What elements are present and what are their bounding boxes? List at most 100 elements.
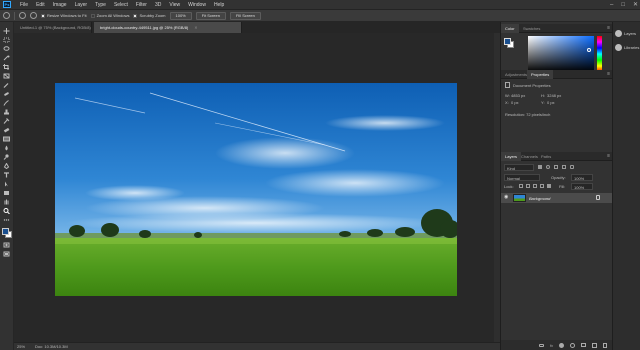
close-button[interactable]: ✕ [633,0,638,10]
kind-filter-select[interactable]: Kind [504,164,534,171]
maximize-button[interactable]: □ [621,0,625,10]
lock-artboard-icon[interactable] [540,184,544,188]
mask-icon[interactable] [559,342,564,348]
close-tab-icon[interactable]: ✕ [194,25,197,30]
hue-slider[interactable] [597,36,602,72]
lock-pixels-icon[interactable] [519,184,523,188]
crop-tool-icon[interactable] [3,64,10,70]
lock-all-icon[interactable] [547,184,551,188]
fit-screen-button[interactable]: Fit Screen [195,11,226,20]
panel-menu-icon[interactable]: ≡ [607,25,610,32]
lock-paint-icon[interactable] [526,184,530,188]
zoom-out-icon[interactable] [30,12,37,19]
color-picker-field[interactable] [528,36,594,72]
visibility-eye-icon[interactable]: ◉ [504,195,509,200]
panel-menu-icon[interactable]: ≡ [607,153,610,160]
smart-object-filter-icon[interactable] [570,165,574,169]
menu-type[interactable]: Type [91,2,110,8]
scrubby-zoom-checkbox[interactable]: Scrubby Zoom [133,13,166,18]
move-tool-icon[interactable] [3,28,10,34]
lasso-tool-icon[interactable] [3,46,10,52]
color-picker-cursor[interactable] [587,48,591,52]
screen-mode-icon[interactable] [3,251,10,257]
document-image[interactable] [55,83,457,296]
more-tools-icon[interactable] [3,217,10,223]
clone-stamp-tool-icon[interactable] [3,109,10,115]
x-label: X: [505,100,509,105]
adjustment-filter-icon[interactable] [546,165,550,169]
foreground-color-swatch[interactable] [2,228,9,235]
menu-select[interactable]: Select [110,2,132,8]
menu-file[interactable]: File [16,2,32,8]
lock-position-icon[interactable] [533,184,537,188]
brush-tool-icon[interactable] [3,100,10,106]
menu-edit[interactable]: Edit [32,2,49,8]
zoom-tool-icon[interactable] [3,12,10,19]
canvas-area[interactable] [14,33,500,342]
tab-untitled-1[interactable]: Untitled-1 @ 75% (Background, RGB/8) [14,22,92,33]
trash-icon[interactable] [603,342,607,348]
tab-paths[interactable]: Paths [537,152,555,161]
panel-menu-icon[interactable]: ≡ [607,71,610,78]
menu-layer[interactable]: Layer [71,2,92,8]
history-brush-tool-icon[interactable] [3,118,10,124]
zoom-in-icon[interactable] [19,12,26,19]
w-value[interactable]: 4853 px [511,93,525,98]
fill-screen-button[interactable]: Fill Screen [229,11,261,20]
strip-layers[interactable]: Layers [615,30,636,37]
minimize-button[interactable]: – [610,0,613,10]
quick-selection-tool-icon[interactable] [3,55,10,61]
blend-mode-select[interactable]: Normal [504,174,540,181]
zoom-all-windows-checkbox[interactable]: Zoom All Windows [90,13,129,18]
gradient-tool-icon[interactable] [3,136,10,142]
dodge-tool-icon[interactable] [3,154,10,160]
fill-input[interactable]: 100% [571,183,593,190]
quick-mask-icon[interactable] [3,242,10,248]
resize-windows-checkbox[interactable]: Resize Windows to Fit [41,13,87,18]
menu: File Edit Image Layer Type Select Filter… [16,2,228,8]
group-icon[interactable] [581,343,586,347]
h-value[interactable]: 3248 px [547,93,561,98]
layer-name[interactable]: Background [529,196,550,201]
tab-color[interactable]: Color [501,24,519,33]
menu-image[interactable]: Image [49,2,71,8]
shape-filter-icon[interactable] [562,165,566,169]
menu-help[interactable]: Help [210,2,228,8]
healing-brush-tool-icon[interactable] [3,91,10,97]
resolution: Resolution: 72 pixels/inch [505,112,551,117]
link-icon[interactable] [538,343,544,347]
frame-tool-icon[interactable] [3,73,10,79]
pixel-filter-icon[interactable] [538,165,542,169]
type-tool-icon[interactable] [3,172,10,178]
opacity-input[interactable]: 100% [571,174,593,181]
tools-panel [0,22,14,350]
y-value[interactable]: 0 px [547,100,555,105]
tab-properties[interactable]: Properties [527,70,554,79]
pen-tool-icon[interactable] [3,163,10,169]
strip-libraries[interactable]: Libraries [615,44,639,51]
menu-filter[interactable]: Filter [132,2,151,8]
marquee-tool-icon[interactable] [3,37,10,43]
eyedropper-tool-icon[interactable] [3,82,10,88]
blur-tool-icon[interactable] [3,145,10,151]
zoom-100-button[interactable]: 100% [169,11,192,20]
color-fg-swatch[interactable] [504,38,511,45]
fx-icon[interactable]: fx [550,343,553,348]
eraser-tool-icon[interactable] [3,127,10,133]
tab-swatches[interactable]: Swatches [519,24,544,33]
layer-row[interactable]: ◉ Background [501,193,613,203]
adjustment-icon[interactable] [570,342,575,348]
x-value[interactable]: 0 px [511,100,519,105]
zoom-tool-icon[interactable] [3,208,10,214]
rectangle-tool-icon[interactable] [3,190,10,196]
tab-bright-clouds[interactable]: bright-clouds-country-449511.jpg @ 25% (… [94,22,242,33]
zoom-level[interactable]: 25% [17,343,25,350]
type-filter-icon[interactable] [554,165,558,169]
menu-3d[interactable]: 3D [151,2,165,8]
new-layer-icon[interactable] [592,342,597,348]
path-selection-tool-icon[interactable] [3,181,10,187]
menu-window[interactable]: Window [184,2,210,8]
hand-tool-icon[interactable] [3,199,10,205]
menu-view[interactable]: View [165,2,184,8]
properties-title: Document Properties [513,83,551,88]
